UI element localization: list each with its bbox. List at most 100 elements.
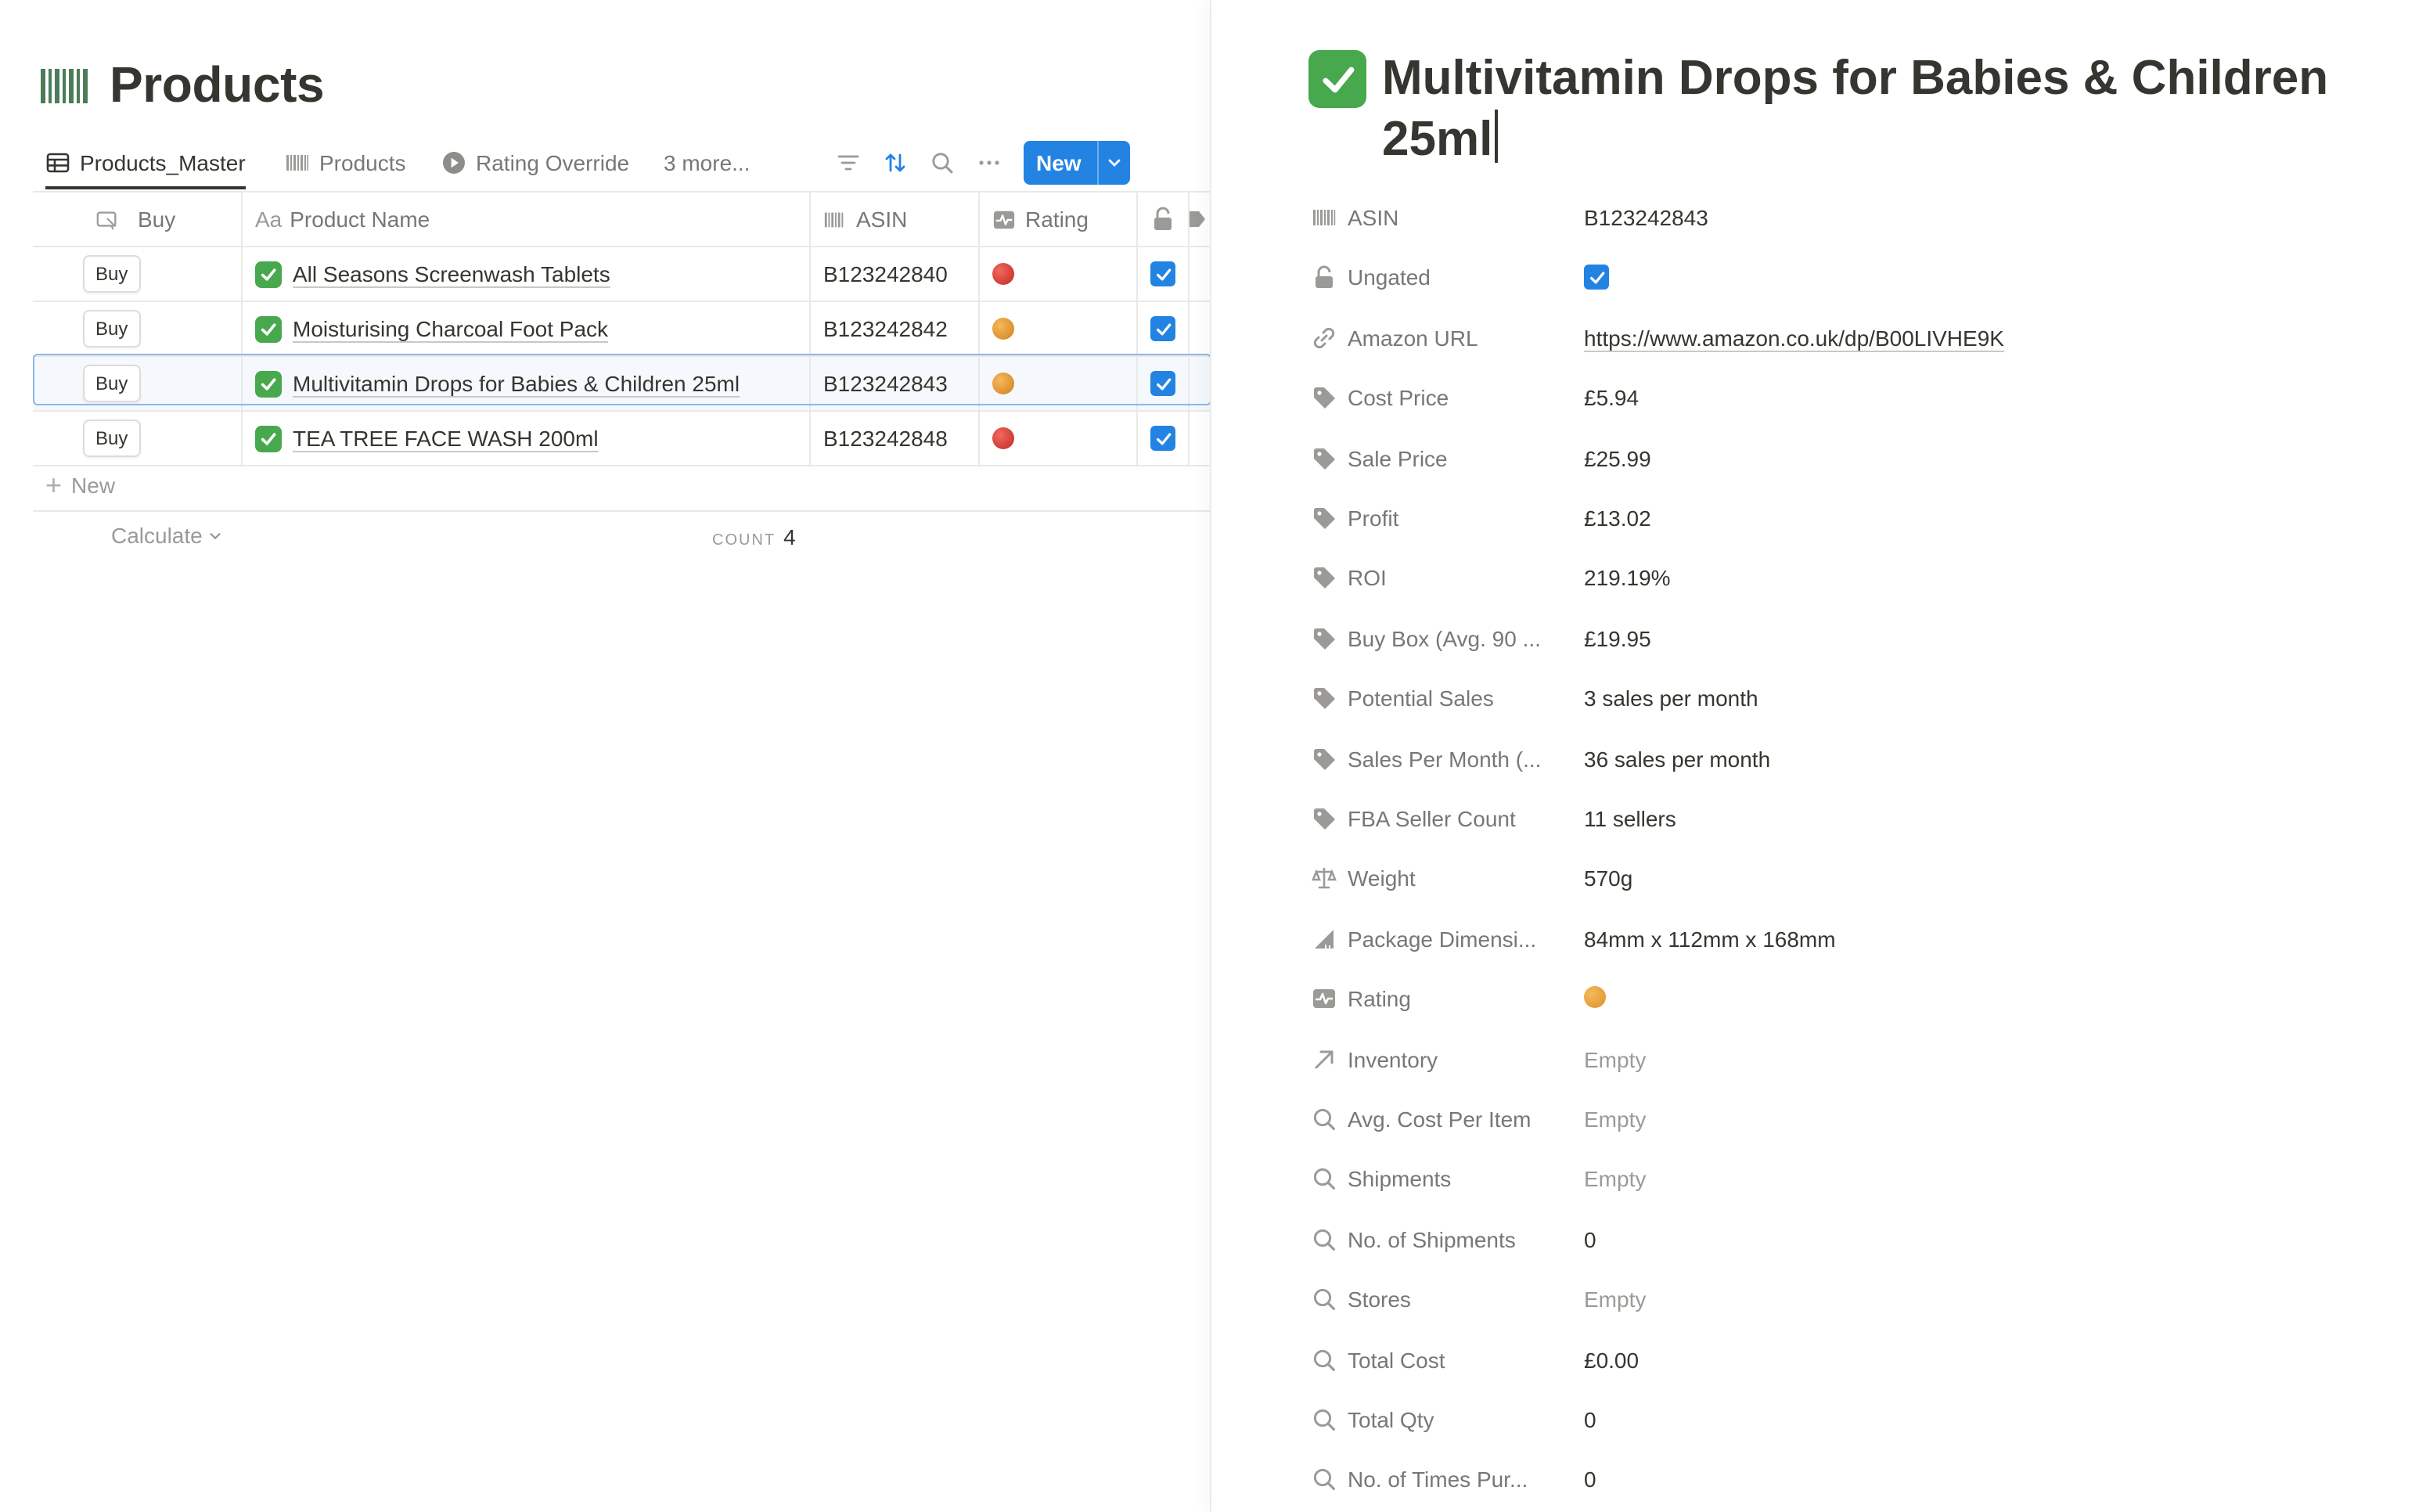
property-row[interactable]: Profit £13.02 bbox=[1312, 491, 2376, 545]
tab-products[interactable]: Products bbox=[285, 138, 406, 186]
property-row[interactable]: FBA Seller Count 11 sellers bbox=[1312, 792, 2376, 845]
asin-cell[interactable]: B123242848 bbox=[811, 412, 980, 465]
property-name[interactable]: Total Qty bbox=[1312, 1407, 1584, 1432]
property-value[interactable]: Empty bbox=[1584, 1287, 1646, 1312]
property-value[interactable]: 570g bbox=[1584, 866, 1632, 891]
more-icon[interactable] bbox=[977, 149, 1002, 175]
property-name[interactable]: Amazon URL bbox=[1312, 326, 1584, 351]
ungated-cell[interactable] bbox=[1138, 412, 1190, 465]
buy-button[interactable]: Buy bbox=[83, 365, 141, 402]
property-value[interactable]: 11 sellers bbox=[1584, 806, 1676, 831]
property-value[interactable]: 3 sales per month bbox=[1584, 686, 1758, 711]
ungated-checkbox[interactable] bbox=[1150, 371, 1175, 396]
ungated-checkbox[interactable] bbox=[1150, 426, 1175, 451]
ungated-cell[interactable] bbox=[1138, 302, 1190, 355]
sort-icon[interactable] bbox=[883, 149, 908, 175]
property-name[interactable]: ASIN bbox=[1312, 205, 1584, 230]
column-header-buy[interactable]: Buy bbox=[33, 193, 243, 246]
column-header-more[interactable] bbox=[1190, 193, 1211, 246]
property-value[interactable]: 36 sales per month bbox=[1584, 746, 1770, 771]
property-value[interactable]: £5.94 bbox=[1584, 385, 1639, 410]
ungated-checkbox[interactable] bbox=[1584, 265, 1609, 290]
product-name[interactable]: Multivitamin Drops for Babies & Children… bbox=[293, 371, 740, 396]
property-row[interactable]: Sales Per Month (... 36 sales per month bbox=[1312, 732, 2376, 785]
tab-rating-override[interactable]: Rating Override bbox=[441, 138, 629, 186]
buy-button[interactable]: Buy bbox=[83, 255, 141, 293]
property-name[interactable]: Profit bbox=[1312, 506, 1584, 531]
property-row[interactable]: Cost Price £5.94 bbox=[1312, 371, 2376, 424]
property-name[interactable]: Shipments bbox=[1312, 1167, 1584, 1192]
product-name-cell[interactable]: Moisturising Charcoal Foot Pack bbox=[243, 302, 811, 355]
table-row[interactable]: Buy TEA TREE FACE WASH 200ml B123242848 bbox=[33, 412, 1211, 466]
new-button[interactable]: New bbox=[1024, 140, 1130, 184]
buy-button[interactable]: Buy bbox=[83, 310, 141, 347]
property-name[interactable]: Sale Price bbox=[1312, 445, 1584, 470]
product-name-cell[interactable]: TEA TREE FACE WASH 200ml bbox=[243, 412, 811, 465]
rating-cell[interactable] bbox=[980, 357, 1138, 410]
column-header-ungated[interactable] bbox=[1138, 193, 1190, 246]
check-mark-icon[interactable] bbox=[1308, 50, 1366, 108]
property-value[interactable]: 84mm x 112mm x 168mm bbox=[1584, 927, 1836, 952]
search-icon[interactable] bbox=[930, 149, 955, 175]
property-row[interactable]: No. of Shipments 0 bbox=[1312, 1213, 2376, 1266]
asin-cell[interactable]: B123242843 bbox=[811, 357, 980, 410]
property-name[interactable]: Total Cost bbox=[1312, 1347, 1584, 1372]
property-name[interactable]: No. of Shipments bbox=[1312, 1227, 1584, 1252]
buy-button[interactable]: Buy bbox=[83, 419, 141, 457]
amazon-url-link[interactable]: https://www.amazon.co.uk/dp/B00LIVHE9K bbox=[1584, 326, 2004, 351]
property-value[interactable]: 0 bbox=[1584, 1227, 1596, 1252]
property-row[interactable]: Inventory Empty bbox=[1312, 1032, 2376, 1085]
asin-cell[interactable]: B123242840 bbox=[811, 247, 980, 301]
property-row[interactable]: Rating bbox=[1312, 972, 2376, 1025]
ungated-checkbox[interactable] bbox=[1150, 261, 1175, 286]
extra-cell[interactable] bbox=[1190, 247, 1211, 301]
property-row[interactable]: Potential Sales 3 sales per month bbox=[1312, 671, 2376, 725]
property-value[interactable]: £25.99 bbox=[1584, 445, 1651, 470]
property-name[interactable]: Avg. Cost Per Item bbox=[1312, 1107, 1584, 1132]
property-row[interactable]: Buy Box (Avg. 90 ... £19.95 bbox=[1312, 612, 2376, 665]
property-row[interactable]: Amazon URL https://www.amazon.co.uk/dp/B0… bbox=[1312, 311, 2376, 365]
property-name[interactable]: Stores bbox=[1312, 1287, 1584, 1312]
product-name[interactable]: TEA TREE FACE WASH 200ml bbox=[293, 426, 599, 451]
ungated-cell[interactable] bbox=[1138, 357, 1190, 410]
new-dropdown-chevron-icon[interactable] bbox=[1096, 140, 1130, 184]
tab-products-master[interactable]: Products_Master bbox=[45, 138, 246, 189]
add-row-button[interactable]: + New bbox=[33, 460, 1211, 512]
count-summary[interactable]: COUNT 4 bbox=[712, 524, 796, 549]
extra-cell[interactable] bbox=[1190, 412, 1211, 465]
property-row[interactable]: No. of Times Pur... 0 bbox=[1312, 1453, 2376, 1507]
property-row[interactable]: ASIN B123242843 bbox=[1312, 191, 2376, 244]
property-row[interactable]: Sale Price £25.99 bbox=[1312, 431, 2376, 484]
rating-cell[interactable] bbox=[980, 412, 1138, 465]
property-name[interactable]: Sales Per Month (... bbox=[1312, 746, 1584, 771]
peek-title[interactable]: Multivitamin Drops for Babies & Children… bbox=[1382, 47, 2384, 169]
extra-cell[interactable] bbox=[1190, 302, 1211, 355]
property-name[interactable]: ROI bbox=[1312, 566, 1584, 591]
property-value[interactable]: B123242843 bbox=[1584, 205, 1708, 230]
property-value[interactable]: 0 bbox=[1584, 1407, 1596, 1432]
property-name[interactable]: Inventory bbox=[1312, 1046, 1584, 1071]
property-row[interactable]: Total Qty 0 bbox=[1312, 1393, 2376, 1446]
table-row[interactable]: Buy Moisturising Charcoal Foot Pack B123… bbox=[33, 302, 1211, 357]
property-value[interactable]: 0 bbox=[1584, 1467, 1596, 1492]
product-name[interactable]: Moisturising Charcoal Foot Pack bbox=[293, 316, 608, 341]
property-name[interactable]: Rating bbox=[1312, 986, 1584, 1011]
product-name-cell[interactable]: Multivitamin Drops for Babies & Children… bbox=[243, 357, 811, 410]
asin-cell[interactable]: B123242842 bbox=[811, 302, 980, 355]
product-name-cell[interactable]: All Seasons Screenwash Tablets bbox=[243, 247, 811, 301]
calculate-dropdown[interactable]: Calculate bbox=[111, 523, 223, 548]
property-name[interactable]: No. of Times Pur... bbox=[1312, 1467, 1584, 1492]
table-row-selected[interactable]: Buy Multivitamin Drops for Babies & Chil… bbox=[33, 357, 1211, 412]
property-value[interactable]: £13.02 bbox=[1584, 506, 1651, 531]
property-name[interactable]: Weight bbox=[1312, 866, 1584, 891]
property-row[interactable]: ROI 219.19% bbox=[1312, 552, 2376, 605]
property-value[interactable]: £0.00 bbox=[1584, 1347, 1639, 1372]
property-name[interactable]: Buy Box (Avg. 90 ... bbox=[1312, 626, 1584, 651]
property-name[interactable]: Potential Sales bbox=[1312, 686, 1584, 711]
property-value[interactable]: Empty bbox=[1584, 1046, 1646, 1071]
property-row[interactable]: Avg. Cost Per Item Empty bbox=[1312, 1093, 2376, 1146]
product-name[interactable]: All Seasons Screenwash Tablets bbox=[293, 261, 610, 286]
property-value[interactable]: 219.19% bbox=[1584, 566, 1671, 591]
property-row[interactable]: Ungated bbox=[1312, 251, 2376, 304]
tab-more[interactable]: 3 more... bbox=[664, 138, 750, 186]
